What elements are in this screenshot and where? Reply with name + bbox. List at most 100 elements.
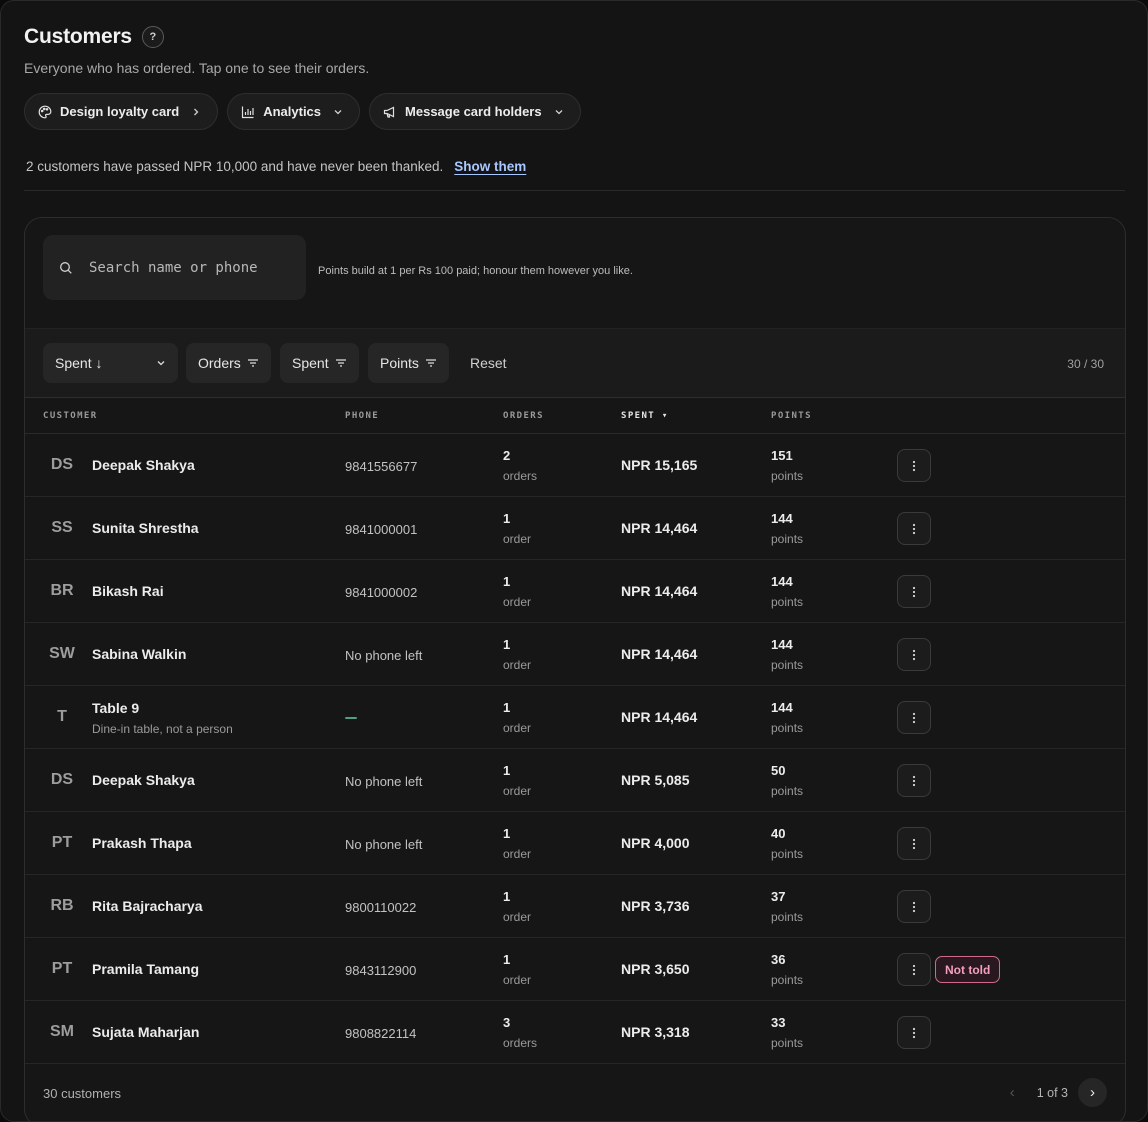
row-menu-button[interactable]: [897, 512, 931, 545]
column-spent[interactable]: SPENT ▾: [621, 411, 669, 421]
avatar-initials: BR: [50, 582, 74, 599]
row-menu-button[interactable]: [897, 449, 931, 482]
search-input[interactable]: [89, 259, 279, 276]
row-menu-button[interactable]: [897, 953, 931, 986]
chevron-right-icon: [194, 108, 199, 115]
megaphone-icon: [383, 106, 395, 118]
help-button[interactable]: ?: [141, 26, 164, 48]
order-count: 1: [503, 511, 511, 526]
sort-select-label: Spent ↓: [55, 355, 103, 371]
order-unit: order: [503, 595, 532, 609]
column-customer[interactable]: CUSTOMER: [43, 411, 98, 421]
customers-card: Points build at 1 per Rs 100 paid; honou…: [24, 217, 1126, 1121]
no-phone-dash: [345, 717, 357, 719]
table-row[interactable]: SS Sunita Shrestha 9841000001 1 order NPR 14,…: [25, 497, 1125, 560]
table-row[interactable]: SM Sujata Maharjan 9808822114 3 orders NPR 3,…: [25, 1001, 1125, 1064]
spent-filter-label: Spent: [292, 355, 329, 371]
customer-phone: No phone left: [345, 837, 423, 852]
row-menu-button[interactable]: [897, 890, 931, 923]
column-phone[interactable]: PHONE: [345, 411, 379, 421]
column-orders[interactable]: ORDERS: [503, 411, 544, 421]
customer-table-body: DS Deepak Shakya 9841556677 2 orders NPR 15,1…: [25, 434, 1125, 1064]
amount-spent: NPR 15,165: [621, 457, 698, 473]
spent-filter-chip[interactable]: Spent: [280, 343, 359, 383]
avatar-initials: SM: [50, 1023, 74, 1040]
table-row[interactable]: DS Deepak Shakya No phone left 1 order NPR 5,…: [25, 749, 1125, 812]
customer-name: Deepak Shakya: [92, 457, 195, 473]
reset-button[interactable]: Reset: [470, 355, 507, 371]
customer-phone: 9843112900: [345, 963, 417, 978]
amount-spent: NPR 14,464: [621, 583, 698, 599]
customers-page: Customers ? Everyone who has ordered. Ta…: [0, 0, 1148, 1122]
order-unit: orders: [503, 469, 538, 483]
row-menu-button[interactable]: [897, 827, 931, 860]
points-unit: points: [771, 847, 804, 861]
order-count: 1: [503, 952, 511, 967]
more-vertical-icon: [912, 649, 916, 660]
orders-filter-chip[interactable]: Orders: [186, 343, 271, 383]
points-unit: points: [771, 658, 804, 672]
order-count: 1: [503, 574, 511, 589]
order-count: 2: [503, 448, 511, 463]
points-filter-chip[interactable]: Points: [368, 343, 449, 383]
points-count: 144: [771, 511, 793, 526]
points-unit: points: [771, 910, 804, 924]
analytics-button[interactable]: Analytics: [227, 93, 361, 130]
status-badge: Not told: [935, 956, 1001, 983]
next-page-button[interactable]: ›: [1078, 1078, 1107, 1107]
show-them-link[interactable]: Show them: [454, 159, 526, 174]
row-menu-button[interactable]: [897, 701, 931, 734]
palette-icon: [38, 105, 52, 118]
amount-spent: NPR 3,736: [621, 898, 690, 914]
avatar-initials: PT: [51, 834, 73, 851]
order-unit: order: [503, 721, 532, 735]
table-row[interactable]: DS Deepak Shakya 9841556677 2 orders NPR 15,1…: [25, 434, 1125, 497]
order-count: 1: [503, 763, 511, 778]
order-count: 3: [503, 1015, 511, 1030]
points-count: 151: [771, 448, 793, 463]
design-loyalty-card-label: Design loyalty card: [60, 104, 180, 119]
avatar-initials: DS: [50, 771, 74, 788]
customer-name: Bikash Rai: [92, 583, 164, 599]
amount-spent: NPR 5,085: [621, 772, 690, 788]
order-count: 1: [503, 700, 511, 715]
sort-select[interactable]: Spent ↓: [43, 343, 178, 383]
column-points[interactable]: POINTS: [771, 411, 812, 421]
order-unit: orders: [503, 1036, 538, 1050]
amount-spent: NPR 14,464: [621, 646, 698, 662]
customer-phone: No phone left: [345, 774, 423, 789]
table-row[interactable]: PT Pramila Tamang 9843112900 1 order NPR 3,65…: [25, 938, 1125, 1001]
table-row[interactable]: RB Rita Bajracharya 9800110022 1 order NPR 3,…: [25, 875, 1125, 938]
more-vertical-icon: [912, 586, 916, 597]
title-row: Customers ?: [24, 25, 164, 49]
row-menu-button[interactable]: [897, 764, 931, 797]
amount-spent: NPR 14,464: [621, 709, 698, 725]
more-vertical-icon: [912, 712, 916, 723]
avatar-initials: PT: [51, 960, 73, 977]
points-unit: points: [771, 532, 804, 546]
customer-phone: No phone left: [345, 648, 423, 663]
customer-name: Table 9: [92, 700, 140, 716]
more-vertical-icon: [912, 523, 916, 534]
points-filter-label: Points: [380, 355, 419, 371]
filter-icon: [425, 359, 436, 367]
order-count: 1: [503, 889, 511, 904]
table-row[interactable]: BR Bikash Rai 9841000002 1 order NPR 14,464 14…: [25, 560, 1125, 623]
prev-page-button[interactable]: ‹: [998, 1078, 1027, 1107]
page-title: Customers: [24, 25, 132, 48]
amount-spent: NPR 3,318: [621, 1024, 690, 1040]
amount-spent: NPR 14,464: [621, 520, 698, 536]
table-row[interactable]: T Table 9 Dine-in table, not a person 1 orde…: [25, 686, 1125, 749]
row-menu-button[interactable]: [897, 1016, 931, 1049]
design-loyalty-card-button[interactable]: Design loyalty card: [24, 93, 219, 130]
chevron-down-icon: [334, 109, 342, 114]
row-menu-button[interactable]: [897, 638, 931, 671]
header-divider: [24, 190, 1125, 191]
table-row[interactable]: SW Sabina Walkin No phone left 1 order NPR 14…: [25, 623, 1125, 686]
more-vertical-icon: [912, 460, 916, 471]
row-menu-button[interactable]: [897, 575, 931, 608]
orders-filter-label: Orders: [198, 355, 241, 371]
message-card-holders-button[interactable]: Message card holders: [369, 93, 581, 130]
table-row[interactable]: PT Prakash Thapa No phone left 1 order NPR 4,…: [25, 812, 1125, 875]
points-count: 144: [771, 574, 793, 589]
